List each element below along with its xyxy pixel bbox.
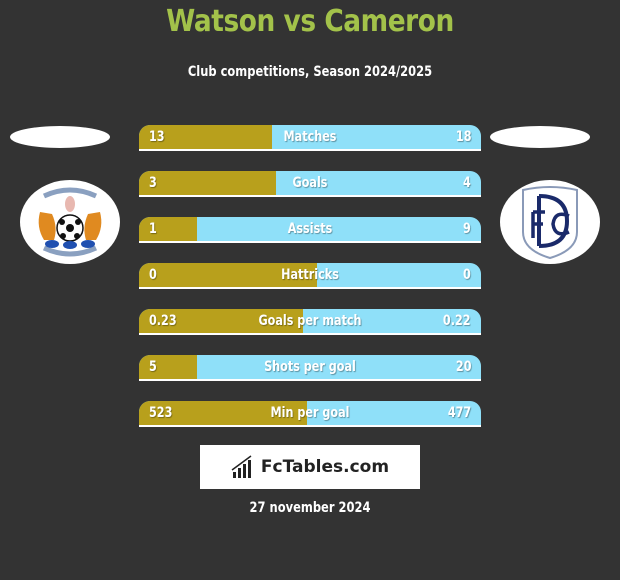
right-player-placeholder (490, 126, 590, 148)
stat-label: Min per goal (270, 405, 350, 421)
page-title: Watson vs Cameron (166, 4, 454, 39)
stat-row-shots-per-goal: 5 Shots per goal 20 (139, 355, 481, 381)
bar-chart-icon (231, 455, 252, 478)
fctables-brand-link[interactable]: FcTables.com (200, 445, 420, 489)
stat-row-min-per-goal: 523 Min per goal 477 (139, 401, 481, 427)
stat-label: Goals (292, 175, 328, 191)
right-value: 477 (447, 405, 471, 421)
kilmarnock-crest-icon (38, 187, 102, 257)
stat-row-hattricks: 0 Hattricks 0 (139, 263, 481, 289)
competition-subtitle: Club competitions, Season 2024/2025 (187, 64, 433, 80)
left-value: 3 (149, 175, 157, 191)
right-team-logo[interactable] (500, 180, 600, 264)
brand-name: FcTables.com (260, 457, 390, 477)
stat-label: Assists (287, 221, 333, 237)
left-value: 0 (149, 267, 157, 283)
stat-row-goals: 3 Goals 4 (139, 171, 481, 197)
stat-label: Shots per goal (264, 359, 356, 375)
left-team-logo[interactable] (20, 180, 120, 264)
left-player-placeholder (10, 126, 110, 148)
left-value: 5 (149, 359, 157, 375)
left-value: 523 (149, 405, 173, 421)
stat-row-assists: 1 Assists 9 (139, 217, 481, 243)
left-value: 13 (149, 129, 165, 145)
right-value: 18 (455, 129, 471, 145)
stat-label: Hattricks (281, 267, 339, 283)
right-value: 9 (463, 221, 471, 237)
left-value: 1 (149, 221, 157, 237)
right-value: 20 (455, 359, 471, 375)
dundee-crest-icon (522, 186, 578, 260)
stat-row-goals-per-match: 0.23 Goals per match 0.22 (139, 309, 481, 335)
stat-label: Goals per match (258, 313, 362, 329)
right-value: 0.22 (443, 313, 471, 329)
right-value: 0 (463, 267, 471, 283)
stat-label: Matches (283, 129, 337, 145)
right-value: 4 (463, 175, 471, 191)
stat-row-matches: 13 Matches 18 (139, 125, 481, 151)
report-date: 27 november 2024 (249, 500, 371, 516)
